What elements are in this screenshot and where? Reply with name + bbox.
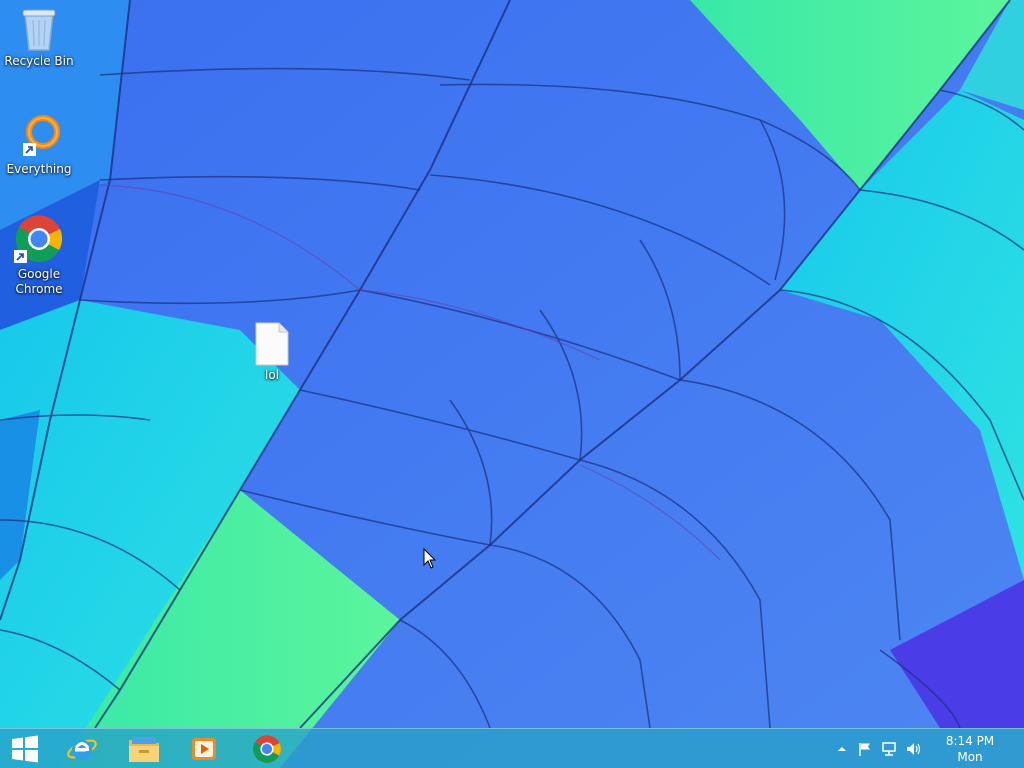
taskbar-file-explorer-button[interactable] [116, 731, 172, 767]
start-button[interactable] [0, 731, 50, 767]
taskbar-google-chrome-button[interactable] [239, 731, 295, 767]
volume-icon[interactable] [905, 741, 921, 757]
google-chrome-label: Google Chrome [15, 267, 63, 296]
shortcut-arrow-icon [14, 250, 27, 263]
taskbar: 8:14 PM Mon 10/14/2024 [0, 728, 1024, 768]
everything-label: Everything [6, 162, 72, 176]
text-file-icon [255, 322, 289, 366]
recycle-bin-icon [22, 9, 56, 51]
media-player-icon [192, 738, 216, 760]
google-chrome-desktop-icon[interactable]: Google Chrome [1, 215, 77, 297]
clock-time: 8:14 PM [945, 734, 995, 748]
show-hidden-icons-chevron[interactable] [834, 741, 850, 757]
network-icon[interactable] [881, 741, 897, 757]
everything-desktop-icon[interactable]: Everything [1, 112, 77, 177]
taskbar-internet-explorer-button[interactable] [54, 731, 110, 767]
lol-file-label: lol [264, 368, 279, 382]
shortcut-arrow-icon [23, 143, 36, 156]
windows-start-icon [12, 735, 38, 763]
taskbar-media-player-button[interactable] [176, 731, 232, 767]
action-center-flag-icon[interactable] [857, 741, 873, 757]
internet-explorer-icon [67, 739, 97, 760]
file-explorer-icon [129, 737, 159, 762]
mouse-cursor-icon [423, 548, 437, 569]
clock-date: Mon 10/14/2024 [935, 750, 1004, 768]
recycle-bin-desktop-icon[interactable]: Recycle Bin [1, 6, 77, 69]
clock[interactable]: 8:14 PM Mon 10/14/2024 [924, 733, 1016, 768]
desktop[interactable]: Recycle Bin Everything Google Chrome lol… [0, 0, 1024, 768]
recycle-bin-label: Recycle Bin [4, 54, 74, 68]
chrome-icon [253, 735, 281, 763]
wallpaper [0, 0, 1024, 768]
lol-file-desktop-icon[interactable]: lol [234, 322, 310, 383]
